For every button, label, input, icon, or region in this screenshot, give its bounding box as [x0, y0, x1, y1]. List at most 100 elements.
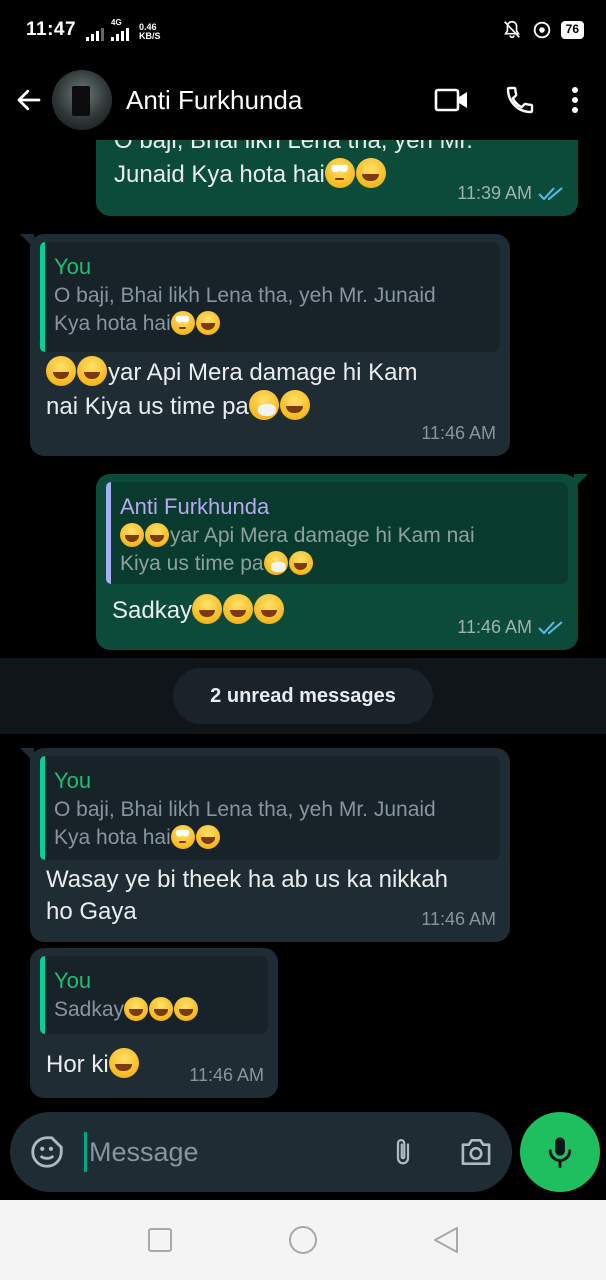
tears-of-joy-emoji: [192, 594, 223, 624]
composer-bar: Message: [0, 1100, 606, 1200]
network-type-label: 4G: [111, 18, 122, 27]
unread-messages-pill: 2 unread messages: [173, 668, 433, 724]
message-meta: 11:46 AM: [457, 617, 564, 638]
tears-of-joy-emoji: [145, 523, 169, 547]
message-time: 11:46 AM: [421, 909, 496, 929]
voice-record-button[interactable]: [520, 1112, 600, 1192]
sticker-icon[interactable]: [28, 1133, 66, 1171]
message-time: 11:46 AM: [189, 1065, 264, 1085]
tears-of-joy-emoji: [254, 594, 285, 624]
tears-of-joy-emoji: [195, 311, 220, 335]
quote-text-line: Kya hota hai: [54, 826, 171, 849]
quote-author: You: [54, 968, 92, 993]
signal-strength-icon: [86, 27, 105, 41]
message-bubble-incoming[interactable]: You Sadkay Hor ki 11:46 AM: [30, 948, 278, 1098]
grinning-sweat-emoji: [288, 551, 313, 575]
quote-author: You: [54, 254, 92, 279]
contact-name[interactable]: Anti Furkhunda: [126, 85, 302, 116]
sneezing-face-emoji: [248, 390, 279, 420]
chat-header: Anti Furkhunda: [0, 60, 606, 140]
message-text-line: Junaid Kya hota hai: [114, 161, 325, 188]
message-bubble-outgoing[interactable]: O baji, Bhai likh Lena tha, yeh Mr. Juna…: [96, 140, 578, 216]
quote-text-line: Kya hota hai: [54, 312, 171, 335]
tears-of-joy-emoji: [355, 158, 386, 188]
tears-of-joy-emoji: [149, 997, 174, 1021]
quote-text-line: Sadkay: [54, 998, 125, 1021]
quote-author: Anti Furkhunda: [120, 494, 270, 519]
quote-text: yar Api Mera damage hi Kam nai Kiya us t…: [120, 522, 558, 578]
quote-text-line: O baji, Bhai likh Lena tha, yeh Mr. Juna…: [54, 798, 436, 821]
bubble-tail: [20, 748, 34, 762]
bubble-tail: [20, 234, 34, 248]
quote-text: Sadkay: [54, 996, 258, 1024]
quoted-message[interactable]: You O baji, Bhai likh Lena tha, yeh Mr. …: [40, 756, 500, 860]
bubble-tail: [574, 474, 588, 488]
quote-text: O baji, Bhai likh Lena tha, yeh Mr. Juna…: [54, 282, 490, 338]
home-icon[interactable]: [287, 1224, 319, 1256]
tears-of-joy-emoji: [195, 825, 220, 849]
message-bubble-incoming[interactable]: You O baji, Bhai likh Lena tha, yeh Mr. …: [20, 748, 510, 942]
mic-icon: [548, 1137, 572, 1169]
read-ticks-icon: [538, 186, 563, 200]
message-meta: 11:46 AM: [421, 423, 496, 444]
eye-roll-emoji: [324, 158, 355, 188]
more-vert-icon[interactable]: [570, 85, 580, 115]
eye-roll-emoji: [170, 311, 195, 335]
quote-author: You: [54, 768, 92, 793]
tears-of-joy-emoji: [174, 997, 199, 1021]
tears-of-joy-emoji: [77, 356, 107, 386]
recent-apps-icon[interactable]: [146, 1226, 174, 1254]
quote-text-line: Kiya us time pa: [120, 552, 264, 575]
composer-actions: [388, 1134, 494, 1170]
signal-indicators: 4G 0.46 KB/S: [86, 19, 161, 41]
quoted-message[interactable]: You Sadkay: [40, 956, 268, 1034]
read-ticks-icon: [538, 620, 563, 634]
message-text-line: Wasay ye bi theek ha ab us ka nikkah: [46, 866, 448, 893]
grinning-sweat-emoji: [279, 390, 310, 420]
message-text-line: nai Kiya us time pa: [46, 393, 249, 420]
quote-text-line: O baji, Bhai likh Lena tha, yeh Mr. Juna…: [54, 284, 436, 307]
message-text-line: O baji, Bhai likh Lena tha, yeh Mr.: [114, 140, 473, 154]
back-arrow-icon: [17, 89, 41, 111]
camera-icon[interactable]: [458, 1136, 494, 1168]
mobile-data-indicator: 4G: [111, 18, 130, 41]
message-input[interactable]: Message: [84, 1132, 199, 1172]
message-text-line: Hor ki: [46, 1051, 109, 1078]
tears-of-joy-emoji: [120, 523, 144, 547]
message-bubble-outgoing[interactable]: Anti Furkhunda yar Api Mera damage hi Ka…: [96, 474, 588, 650]
system-nav-bar: [0, 1200, 606, 1280]
quoted-message[interactable]: You O baji, Bhai likh Lena tha, yeh Mr. …: [40, 242, 500, 352]
message-text-line: Sadkay: [112, 597, 193, 624]
tears-of-joy-emoji: [108, 1048, 139, 1078]
message-meta: 11:39 AM: [457, 183, 564, 204]
message-bubble-incoming[interactable]: You O baji, Bhai likh Lena tha, yeh Mr. …: [20, 234, 510, 456]
phone-icon[interactable]: [504, 84, 536, 116]
video-call-icon[interactable]: [434, 85, 470, 115]
message-text-line: ho Gaya: [46, 898, 137, 925]
data-saver-icon: [533, 21, 550, 39]
tears-of-joy-emoji: [223, 594, 254, 624]
message-text: yar Api Mera damage hi Kam nai Kiya us t…: [40, 356, 500, 424]
back-button[interactable]: [12, 83, 46, 117]
attach-icon[interactable]: [388, 1134, 418, 1170]
message-meta: 11:46 AM: [421, 909, 496, 930]
tears-of-joy-emoji: [124, 997, 149, 1021]
mute-bell-icon: [503, 20, 520, 39]
message-time: 11:39 AM: [457, 183, 532, 203]
net-speed: 0.46 KB/S: [139, 23, 161, 41]
chat-area[interactable]: O baji, Bhai likh Lena tha, yeh Mr. Juna…: [0, 140, 606, 1100]
avatar[interactable]: [52, 70, 112, 130]
message-input-container[interactable]: Message: [10, 1112, 512, 1192]
status-right-icons: 76: [501, 19, 584, 41]
back-nav-icon[interactable]: [432, 1225, 460, 1255]
message-time: 11:46 AM: [457, 617, 532, 637]
quoted-message[interactable]: Anti Furkhunda yar Api Mera damage hi Ka…: [106, 482, 568, 584]
message-text-line: yar Api Mera damage hi Kam: [108, 359, 418, 386]
signal-strength-icon-2: [111, 27, 130, 41]
sneezing-face-emoji: [263, 551, 288, 575]
message-time: 11:46 AM: [421, 423, 496, 443]
quote-text-line: yar Api Mera damage hi Kam nai: [170, 524, 475, 547]
message-meta: 11:46 AM: [189, 1065, 264, 1086]
quote-text: O baji, Bhai likh Lena tha, yeh Mr. Juna…: [54, 796, 490, 852]
tears-of-joy-emoji: [46, 356, 76, 386]
